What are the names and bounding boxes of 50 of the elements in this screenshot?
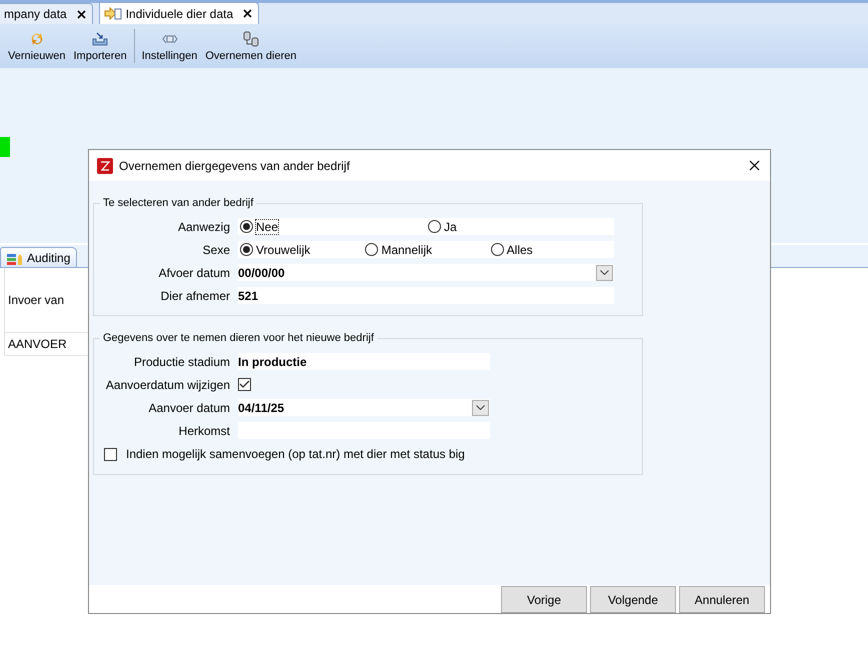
text-field[interactable]: In productie [238,353,490,370]
dialog-title: Overnemen diergegevens van ander bedrijf [119,158,351,172]
arrow-document-icon [104,7,122,20]
table-cell: AANVOER [8,337,67,351]
checkbox[interactable] [104,448,117,460]
dialog-button[interactable]: Volgende [590,586,676,613]
radio-button[interactable] [240,243,253,256]
radio-button[interactable] [365,243,378,256]
close-icon[interactable] [749,160,760,171]
radio-label: Nee [255,218,280,234]
radio-button[interactable] [490,243,504,256]
toolbar-button[interactable]: Instellingen [138,28,202,64]
date-field[interactable]: 00/00/00 [238,264,614,281]
status-marker [0,137,10,157]
radio-label: Mannelijk [380,242,434,258]
field-label: Aanwezig [176,220,231,234]
field-label: Afvoer datum [158,266,231,280]
table-cell: Invoer van [8,293,64,307]
radio-button[interactable] [428,220,441,233]
close-icon[interactable] [76,10,86,18]
dialog-button[interactable]: Vorige [501,586,587,613]
field-label: Sexe [202,242,231,256]
database-icon [242,30,259,46]
group-title: Te selecteren van ander bedrijf [102,197,254,209]
field-label: Herkomst [178,424,231,438]
radio-label: Ja [443,218,458,234]
group-title: Gegevens over te nemen dieren voor het nieuwe bedrijf [102,332,375,344]
radio-label: Vrouwelijk [255,242,312,258]
field-label: Dier afnemer [160,288,231,302]
toolbar-button[interactable]: Overnemen dieren [201,28,300,64]
dialog-button[interactable]: Annuleren [679,586,765,613]
document-tab[interactable]: mpany data [0,3,93,24]
field-label: Aanvoer datum [148,400,231,414]
dropdown-icon[interactable] [472,400,489,416]
tray-arrow-icon [92,30,108,46]
dropdown-icon[interactable] [596,264,613,280]
toolbar-button[interactable]: Vernieuwen [4,28,70,64]
field-label: Productie stadium [132,354,231,368]
text-field[interactable]: 521 [238,287,614,304]
radio-button[interactable] [240,220,253,233]
close-icon[interactable] [243,9,252,18]
document-tab[interactable]: Individuele dier data [98,2,260,24]
checkbox[interactable] [238,378,251,391]
radio-label: Alles [506,242,534,258]
field-label: Aanvoerdatum wijzigen [104,378,231,392]
toolbar-button[interactable]: Importeren [70,28,131,64]
panel-tab[interactable]: Auditing [0,247,78,267]
app-logo-icon [97,158,113,174]
date-field[interactable]: 04/11/25 [238,399,490,416]
checkbox-label: Indien mogelijk samenvoegen (op tat.nr) met dier met status big [126,447,465,461]
